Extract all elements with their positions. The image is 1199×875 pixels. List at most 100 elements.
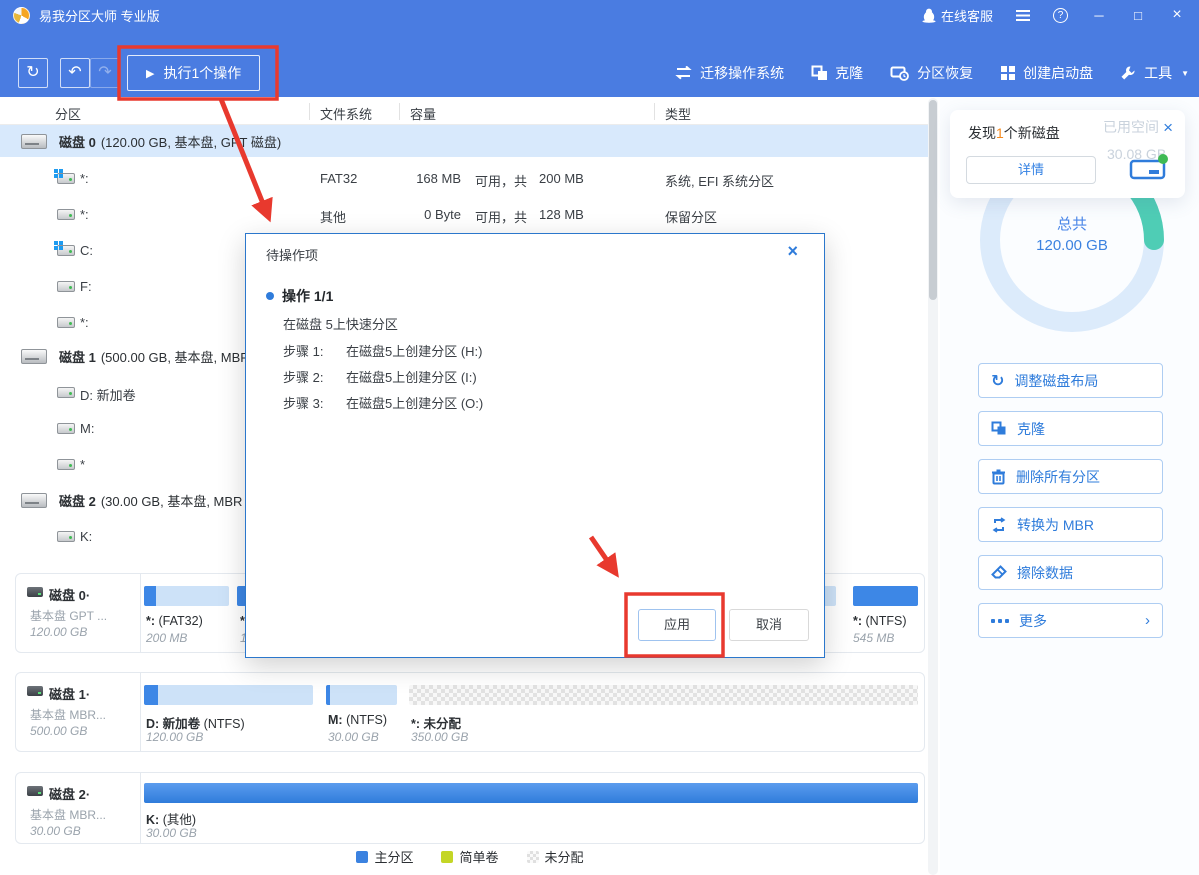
overview-disk2-card: 磁盘 2· 基本盘 MBR... 30.00 GB K: (其他) 30.00 … [15, 772, 925, 844]
disk-icon [27, 587, 43, 597]
dialog-title: 待操作项 [266, 245, 318, 264]
overview-disk1-card: 磁盘 1· 基本盘 MBR... 500.00 GB D: 新加卷 (NTFS)… [15, 672, 925, 752]
col-partition: 分区 [55, 104, 81, 123]
partition-icon [57, 387, 75, 398]
new-disk-icon [1126, 148, 1170, 188]
menu-tools[interactable]: 工具 ▼ [1120, 63, 1189, 83]
disk-icon [21, 349, 47, 364]
undo-button[interactable]: ↶ [60, 58, 90, 88]
chevron-right-icon: › [1145, 612, 1150, 629]
partition-system-icon [57, 173, 75, 184]
legend-primary: 主分区 [356, 847, 413, 866]
more-icon [991, 619, 1009, 623]
disk0-partition1-bar[interactable] [144, 586, 229, 606]
minimize-button[interactable]: ─ [1091, 8, 1107, 23]
unallocated-swatch [527, 851, 539, 863]
help-icon[interactable]: ? [1053, 8, 1068, 23]
refresh-button[interactable]: ↻ [18, 58, 48, 88]
close-button[interactable]: × [1169, 6, 1185, 24]
clone-icon [811, 65, 828, 81]
app-window: 易我分区大师 专业版 在线客服 ? ─ □ × ↻ ↶ ↷ ▶ 执行1个操作 迁… [0, 0, 1199, 875]
trash-icon [991, 469, 1006, 485]
wrench-icon [1120, 65, 1137, 81]
menu-clone[interactable]: 克隆 [811, 63, 863, 83]
operation-list-icon[interactable] [1016, 10, 1030, 21]
disk1-label-zone[interactable]: 磁盘 1· 基本盘 MBR... 500.00 GB [16, 673, 141, 751]
app-logo-icon [13, 7, 30, 24]
disk0-label-zone[interactable]: 磁盘 0· 基本盘 GPT ... 120.00 GB [16, 574, 141, 652]
apply-button[interactable]: 应用 [638, 609, 716, 641]
disk0-partition3-bar[interactable] [853, 586, 918, 606]
disk1-partition-m-bar[interactable] [326, 685, 397, 705]
online-service-button[interactable]: 在线客服 [922, 6, 993, 25]
delete-all-partitions-button[interactable]: 删除所有分区 [978, 459, 1163, 494]
operation-step: 步骤 3:在磁盘5上创建分区 (O:) [283, 393, 323, 412]
convert-icon [991, 517, 1007, 533]
disk-icon [21, 134, 47, 149]
operation-step: 步骤 1:在磁盘5上创建分区 (H:) [283, 341, 323, 360]
simple-volume-swatch [441, 851, 453, 863]
menu-create-bootable[interactable]: 创建启动盘 [1000, 63, 1093, 83]
legend-unallocated: 未分配 [527, 847, 584, 866]
operation-description: 在磁盘 5上快速分区 [283, 314, 398, 333]
disk2-info: (30.00 GB, 基本盘, MBR [101, 491, 243, 510]
disk1-unallocated-bar[interactable] [409, 685, 918, 705]
maximize-button[interactable]: □ [1130, 8, 1146, 23]
app-title: 易我分区大师 专业版 [39, 6, 160, 25]
convert-to-mbr-button[interactable]: 转换为 MBR [978, 507, 1163, 542]
col-capacity: 容量 [410, 104, 436, 123]
migrate-os-icon [674, 66, 693, 80]
disk0-group-row[interactable]: 磁盘 0 (120.00 GB, 基本盘, GPT 磁盘) [0, 125, 928, 157]
chevron-down-icon: ▼ [1181, 69, 1189, 78]
create-bootable-icon [1000, 65, 1016, 81]
details-button[interactable]: 详情 [966, 156, 1096, 184]
table-header: 分区 文件系统 容量 类型 [0, 99, 928, 125]
dialog-close-icon[interactable]: × [787, 241, 798, 262]
menu-partition-recovery[interactable]: 分区恢复 [890, 63, 973, 83]
disk2-label-zone[interactable]: 磁盘 2· 基本盘 MBR... 30.00 GB [16, 773, 141, 843]
disk1-info: (500.00 GB, 基本盘, MBR [101, 347, 250, 366]
adjust-layout-button[interactable]: ↻ 调整磁盘布局 [978, 363, 1163, 398]
clone-button[interactable]: 克隆 [978, 411, 1163, 446]
qq-icon [922, 8, 936, 23]
disk0-name: 磁盘 0 [59, 132, 96, 151]
partition-row-reserved[interactable]: *: 其他 0 Byte可用，共128 MB 保留分区 [0, 197, 928, 233]
disk2-name: 磁盘 2 [59, 491, 96, 510]
primary-partition-swatch [356, 851, 368, 863]
disk-icon [21, 493, 47, 508]
notice-close-icon[interactable]: × [1163, 118, 1173, 138]
disk-icon [27, 786, 43, 796]
legend: 主分区 简单卷 未分配 [0, 847, 940, 866]
top-menu: 迁移操作系统 克隆 分区恢复 创建启动盘 工具 ▼ [674, 55, 1189, 91]
clone-icon [991, 421, 1007, 436]
operation-bullet [266, 292, 274, 300]
col-filesystem: 文件系统 [320, 104, 372, 123]
partition-icon [57, 423, 75, 434]
used-space-label: 已用空间 [1103, 117, 1159, 137]
partition-row-efi[interactable]: *: FAT32 168 MB可用，共200 MB 系统, EFI 系统分区 [0, 161, 928, 197]
adjust-layout-icon: ↻ [991, 371, 1004, 391]
donut-center-label: 总共 120.00 GB [1012, 213, 1132, 254]
scrollbar-thumb[interactable] [929, 100, 937, 300]
wipe-data-button[interactable]: 擦除数据 [978, 555, 1163, 590]
online-service-label: 在线客服 [941, 6, 993, 25]
titlebar: 易我分区大师 专业版 在线客服 ? ─ □ × [0, 0, 1199, 30]
disk2-partition-k-bar[interactable] [144, 783, 918, 803]
partition-system-icon [57, 245, 75, 256]
col-type: 类型 [665, 104, 691, 123]
cancel-button[interactable]: 取消 [729, 609, 809, 641]
partition-icon [57, 531, 75, 542]
partition-recovery-icon [890, 65, 910, 81]
execute-operations-label: 执行1个操作 [163, 63, 241, 83]
menu-migrate-os[interactable]: 迁移操作系统 [674, 63, 784, 83]
notice-title: 发现1个新磁盘 [968, 123, 1060, 143]
operation-header: 操作 1/1 [282, 286, 333, 306]
disk0-info: (120.00 GB, 基本盘, GPT 磁盘) [101, 132, 281, 151]
disk-icon [27, 686, 43, 696]
execute-operations-button[interactable]: ▶ 执行1个操作 [127, 55, 260, 91]
partition-icon [57, 317, 75, 328]
disk1-name: 磁盘 1 [59, 347, 96, 366]
redo-button[interactable]: ↷ [90, 58, 120, 88]
more-button[interactable]: 更多 › [978, 603, 1163, 638]
disk1-partition-d-bar[interactable] [144, 685, 313, 705]
